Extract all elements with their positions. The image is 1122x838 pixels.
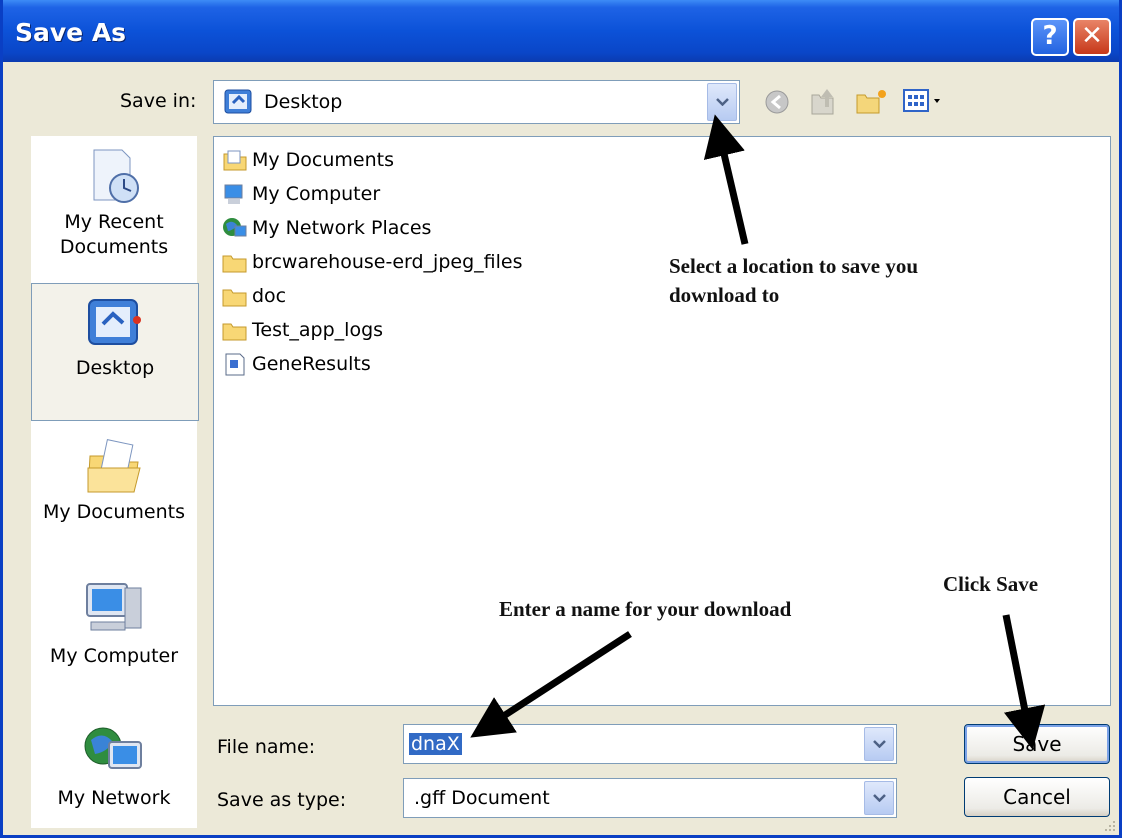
annotation-arrows	[470, 114, 1046, 750]
arrow-filename	[470, 631, 632, 738]
arrow-location	[703, 114, 749, 245]
arrow-save	[1002, 614, 1046, 750]
